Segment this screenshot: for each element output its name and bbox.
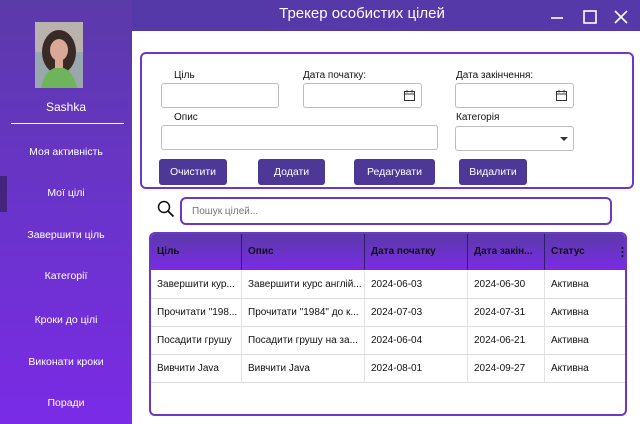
sidebar-item-complete-goal[interactable]: Завершити ціль <box>0 229 132 241</box>
clear-button[interactable]: Очистити <box>159 159 227 185</box>
category-label: Категорія <box>456 112 500 123</box>
column-resize-grip-icon <box>621 247 624 257</box>
calendar-icon <box>556 90 567 101</box>
cell-status: Активна <box>551 363 589 374</box>
start-date-picker[interactable] <box>303 83 422 108</box>
goal-label: Ціль <box>174 70 195 81</box>
cell-start-date: 2024-06-04 <box>365 327 468 355</box>
column-header-start-date[interactable]: Дата початку <box>365 234 468 270</box>
table-row[interactable]: Посадити грушу Посадити грушу на за... 2… <box>151 327 625 355</box>
cell-start-date: 2024-07-03 <box>365 299 468 327</box>
close-button[interactable] <box>610 6 632 28</box>
sidebar-item-my-goals[interactable]: Мої цілі <box>0 187 132 199</box>
description-label: Опис <box>174 112 198 123</box>
search-input[interactable] <box>180 197 612 225</box>
sidebar-item-goal-steps[interactable]: Кроки до цілі <box>0 314 132 326</box>
cell-end-date: 2024-06-21 <box>468 327 545 355</box>
cell-end-date: 2024-06-30 <box>468 271 545 299</box>
close-icon <box>614 10 628 24</box>
cell-goal: Прочитати "198... <box>151 299 242 327</box>
goals-table: Ціль Опис Дата початку Дата закін... Ста… <box>149 232 627 416</box>
avatar-photo <box>35 22 83 88</box>
goal-form-panel: Ціль Дата початку: Дата закінчення: Опис… <box>140 52 634 189</box>
cell-start-date: 2024-08-01 <box>365 355 468 383</box>
minimize-button[interactable] <box>546 6 568 28</box>
cell-end-date: 2024-07-31 <box>468 299 545 327</box>
username: Sashka <box>45 100 87 114</box>
table-row[interactable]: Вивчити Java Вивчити Java 2024-08-01 202… <box>151 355 625 383</box>
delete-button[interactable]: Видалити <box>459 159 527 185</box>
column-header-end-date[interactable]: Дата закін... <box>468 234 545 270</box>
column-header-status[interactable]: Статус <box>545 234 625 270</box>
avatar <box>35 22 83 88</box>
column-header-goal[interactable]: Ціль <box>151 234 242 270</box>
cell-goal: Завершити кур... <box>151 271 242 299</box>
window-title: Трекер особистих цілей <box>279 5 445 22</box>
sidebar-item-categories[interactable]: Категорії <box>0 270 132 282</box>
description-input[interactable] <box>161 125 438 150</box>
cell-status: Активна <box>551 279 589 290</box>
column-header-description[interactable]: Опис <box>242 234 365 270</box>
goal-input[interactable] <box>161 83 279 108</box>
table-header: Ціль Опис Дата початку Дата закін... Ста… <box>151 234 625 270</box>
start-date-label: Дата початку: <box>303 70 367 81</box>
minimize-icon <box>551 17 563 19</box>
sidebar-item-complete-steps[interactable]: Виконати кроки <box>0 356 132 368</box>
cell-status: Активна <box>551 335 589 346</box>
sidebar-item-tips[interactable]: Поради <box>0 397 132 409</box>
cell-description: Посадити грушу на за... <box>242 327 365 355</box>
maximize-icon <box>583 10 597 24</box>
cell-description: Вивчити Java <box>242 355 365 383</box>
cell-start-date: 2024-06-03 <box>365 271 468 299</box>
table-row[interactable]: Прочитати "198... Прочитати "1984" до к.… <box>151 299 625 327</box>
title-bar: Трекер особистих цілей <box>132 0 640 31</box>
cell-description: Прочитати "1984" до к... <box>242 299 365 327</box>
edit-button[interactable]: Редагувати <box>354 159 435 185</box>
cell-status: Активна <box>551 307 589 318</box>
search-icon <box>157 200 175 218</box>
sidebar: Sashka Моя активність Мої цілі Завершити… <box>0 0 132 424</box>
sidebar-divider <box>11 123 124 124</box>
maximize-button[interactable] <box>579 6 601 28</box>
cell-goal: Вивчити Java <box>151 355 242 383</box>
cell-goal: Посадити грушу <box>151 327 242 355</box>
sidebar-item-my-activity[interactable]: Моя активність <box>0 146 132 158</box>
end-date-label: Дата закінчення: <box>456 70 534 81</box>
calendar-icon <box>404 90 415 101</box>
cell-description: Завершити курс англій... <box>242 271 365 299</box>
end-date-picker[interactable] <box>455 83 574 108</box>
category-select[interactable] <box>455 126 574 151</box>
cell-end-date: 2024-09-27 <box>468 355 545 383</box>
table-row[interactable]: Завершити кур... Завершити курс англій..… <box>151 271 625 299</box>
add-button[interactable]: Додати <box>258 159 325 185</box>
chevron-down-icon <box>560 137 568 141</box>
